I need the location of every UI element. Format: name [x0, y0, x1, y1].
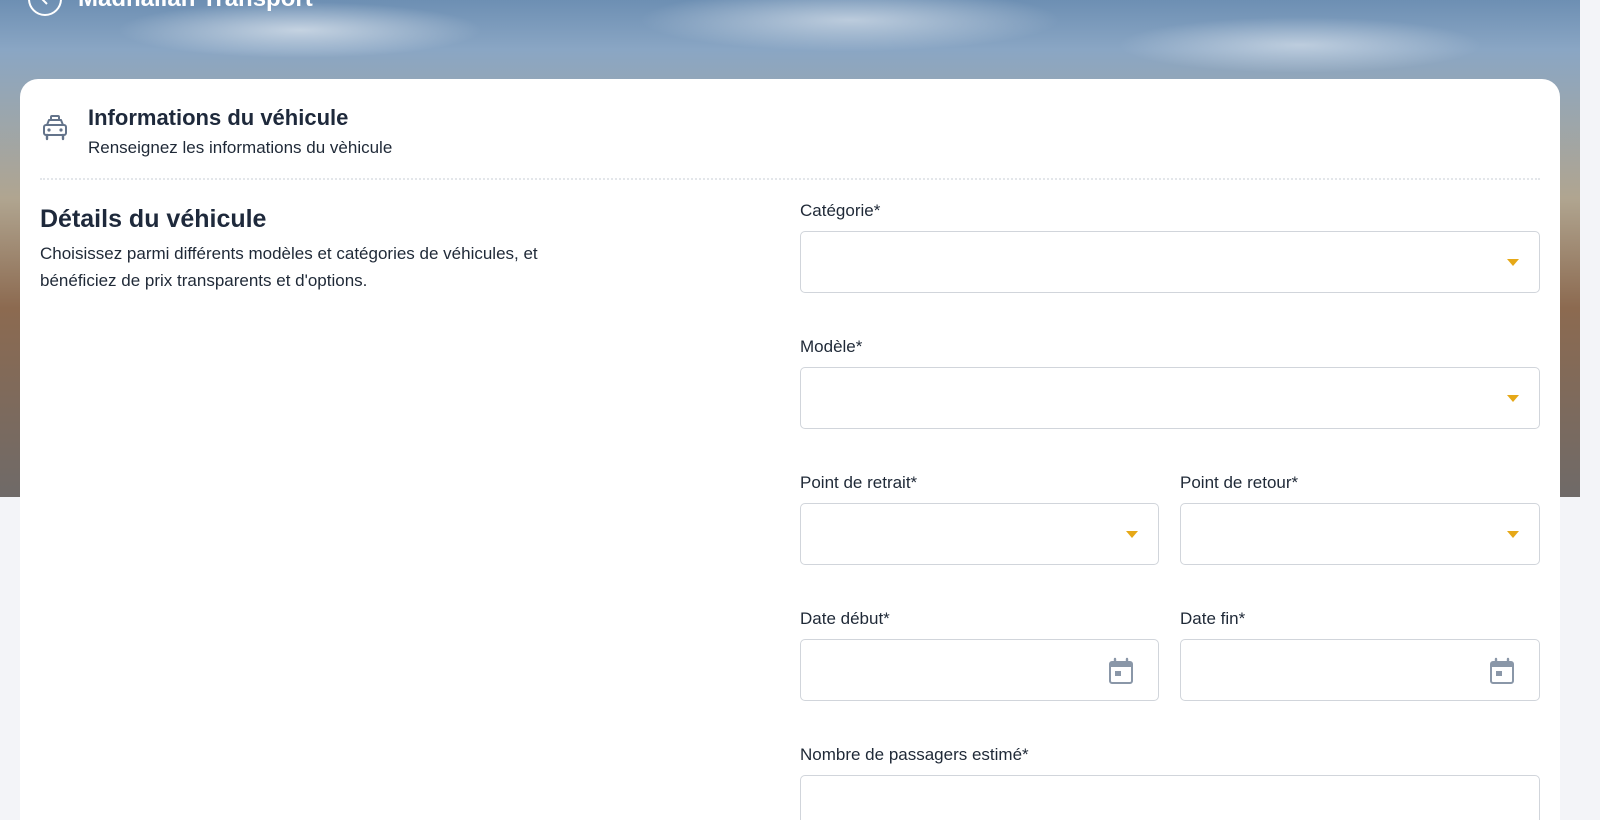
date-fin-input[interactable]	[1180, 639, 1540, 701]
header-divider	[40, 178, 1540, 180]
hero-title-text: Madhalian Transport	[78, 0, 313, 13]
card-header: Informations du véhicule Renseignez les …	[40, 103, 1540, 179]
point-retrait-select[interactable]	[800, 503, 1159, 565]
passagers-label: Nombre de passagers estimé*	[800, 745, 1029, 764]
caret-down-icon	[1126, 531, 1138, 538]
section-description: Choisissez parmi différents modèles et c…	[40, 244, 538, 290]
date-debut-label: Date début*	[800, 609, 890, 628]
passagers-input[interactable]	[800, 775, 1540, 820]
modele-label: Modèle*	[800, 337, 863, 356]
hero-title: Madhalian Transport	[28, 0, 313, 16]
card-header-text: Informations du véhicule Renseignez les …	[88, 103, 392, 158]
caret-down-icon	[1507, 395, 1519, 402]
card-title: Informations du véhicule	[88, 105, 349, 130]
modele-select[interactable]	[800, 367, 1540, 429]
back-icon[interactable]	[28, 0, 62, 16]
section-title: Détails du véhicule	[40, 205, 267, 233]
point-retour-select[interactable]	[1180, 503, 1540, 565]
categorie-select[interactable]	[800, 231, 1540, 293]
vehicle-form-card: Informations du véhicule Renseignez les …	[20, 79, 1560, 820]
page-scrollbar[interactable]	[1580, 0, 1600, 820]
point-retrait-label: Point de retrait*	[800, 473, 918, 492]
date-fin-label: Date fin*	[1180, 609, 1246, 628]
categorie-label: Catégorie*	[800, 201, 881, 220]
calendar-icon[interactable]	[1108, 657, 1134, 685]
calendar-icon[interactable]	[1489, 657, 1515, 685]
card-subtitle: Renseignez les informations du vèhicule	[88, 138, 393, 157]
caret-down-icon	[1507, 259, 1519, 266]
caret-down-icon	[1507, 531, 1519, 538]
date-debut-input[interactable]	[800, 639, 1159, 701]
taxi-icon	[43, 115, 67, 141]
point-retour-label: Point de retour*	[1180, 473, 1299, 492]
